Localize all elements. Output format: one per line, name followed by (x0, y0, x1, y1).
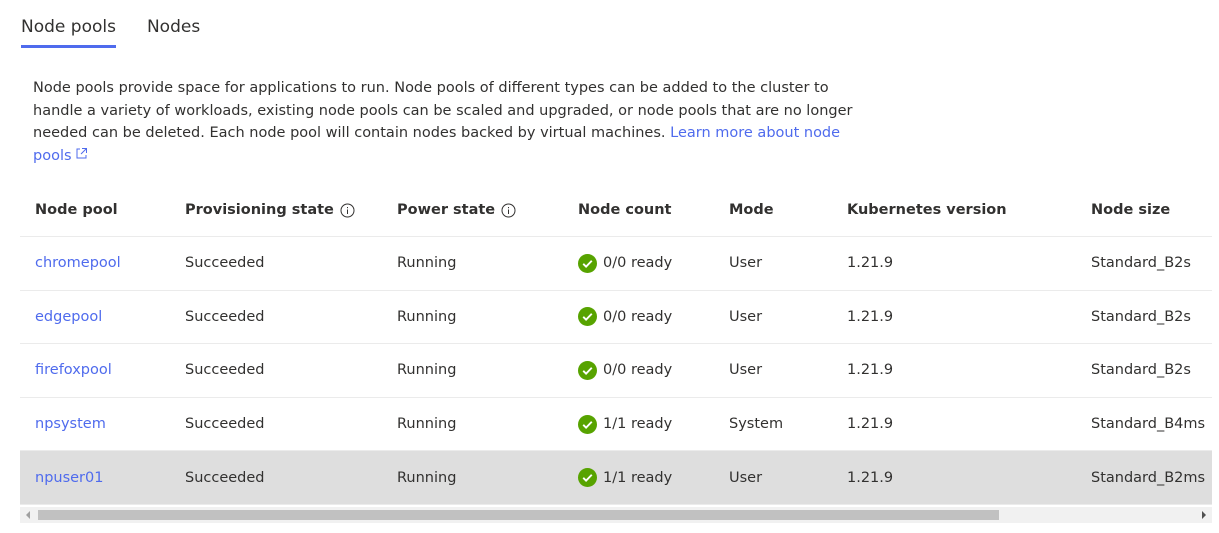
node-count: 1/1 ready (578, 398, 672, 451)
power-state: Running (397, 308, 457, 325)
node-pools-table: Node pool Provisioning state Power state… (20, 184, 1212, 505)
tab-nodes[interactable]: Nodes (147, 0, 200, 50)
node-count: 0/0 ready (578, 237, 672, 290)
provisioning-state: Succeeded (185, 469, 265, 486)
table-row[interactable]: npsystem Succeeded Running 1/1 ready Sys… (20, 398, 1212, 452)
column-header-power-state: Power state (397, 184, 516, 236)
scrollbar-thumb[interactable] (38, 510, 999, 520)
external-link-icon (76, 147, 87, 158)
power-state: Running (397, 469, 457, 486)
power-state: Running (397, 416, 457, 433)
table-row[interactable]: firefoxpool Succeeded Running 0/0 ready … (20, 344, 1212, 398)
provisioning-state: Succeeded (185, 255, 265, 272)
success-check-icon (578, 360, 597, 380)
mode: User (729, 308, 763, 325)
kubernetes-version: 1.21.9 (847, 308, 894, 325)
mode: System (729, 416, 784, 433)
description: Node pools provide space for application… (33, 77, 853, 167)
tab-node-pools[interactable]: Node pools (21, 0, 116, 50)
table-row[interactable]: npuser01 Succeeded Running 1/1 ready Use… (20, 451, 1212, 505)
scroll-right-arrow-icon[interactable] (1196, 507, 1212, 523)
provisioning-state: Succeeded (185, 362, 265, 379)
kubernetes-version: 1.21.9 (847, 255, 894, 272)
power-state: Running (397, 362, 457, 379)
column-header-mode: Mode (729, 202, 774, 218)
horizontal-scrollbar[interactable] (20, 507, 1212, 523)
table-header-row: Node pool Provisioning state Power state… (20, 184, 1212, 237)
mode: User (729, 255, 763, 272)
table-row[interactable]: chromepool Succeeded Running 0/0 ready U… (20, 237, 1212, 291)
node-pool-link[interactable]: npuser01 (35, 470, 103, 486)
tab-bar: Node pools Nodes (21, 0, 231, 50)
node-pool-link[interactable]: edgepool (35, 309, 102, 325)
column-header-provisioning-state: Provisioning state (185, 184, 355, 236)
column-header-node-size: Node size (1091, 202, 1171, 218)
power-state: Running (397, 255, 457, 272)
table-row[interactable]: edgepool Succeeded Running 0/0 ready Use… (20, 291, 1212, 345)
success-check-icon (578, 468, 597, 488)
node-count: 1/1 ready (578, 451, 672, 504)
node-count: 0/0 ready (578, 344, 672, 397)
scroll-left-arrow-icon[interactable] (20, 507, 36, 523)
provisioning-state: Succeeded (185, 416, 265, 433)
kubernetes-version: 1.21.9 (847, 469, 894, 486)
column-header-node-pool: Node pool (35, 202, 118, 218)
column-header-node-count: Node count (578, 202, 672, 218)
node-size: Standard_B2s (1091, 308, 1191, 325)
kubernetes-version: 1.21.9 (847, 416, 894, 433)
node-pool-link[interactable]: chromepool (35, 255, 121, 271)
node-pool-link[interactable]: npsystem (35, 416, 106, 432)
node-size: Standard_B2s (1091, 362, 1191, 379)
info-icon[interactable] (340, 203, 355, 218)
mode: User (729, 469, 763, 486)
node-count: 0/0 ready (578, 291, 672, 344)
node-size: Standard_B2s (1091, 255, 1191, 272)
success-check-icon (578, 253, 597, 273)
node-size: Standard_B4ms (1091, 416, 1206, 433)
column-header-kubernetes-version: Kubernetes version (847, 202, 1007, 218)
success-check-icon (578, 414, 597, 434)
node-pool-link[interactable]: firefoxpool (35, 362, 112, 378)
info-icon[interactable] (501, 203, 516, 218)
node-size: Standard_B2ms (1091, 469, 1206, 486)
success-check-icon (578, 307, 597, 327)
provisioning-state: Succeeded (185, 308, 265, 325)
mode: User (729, 362, 763, 379)
kubernetes-version: 1.21.9 (847, 362, 894, 379)
